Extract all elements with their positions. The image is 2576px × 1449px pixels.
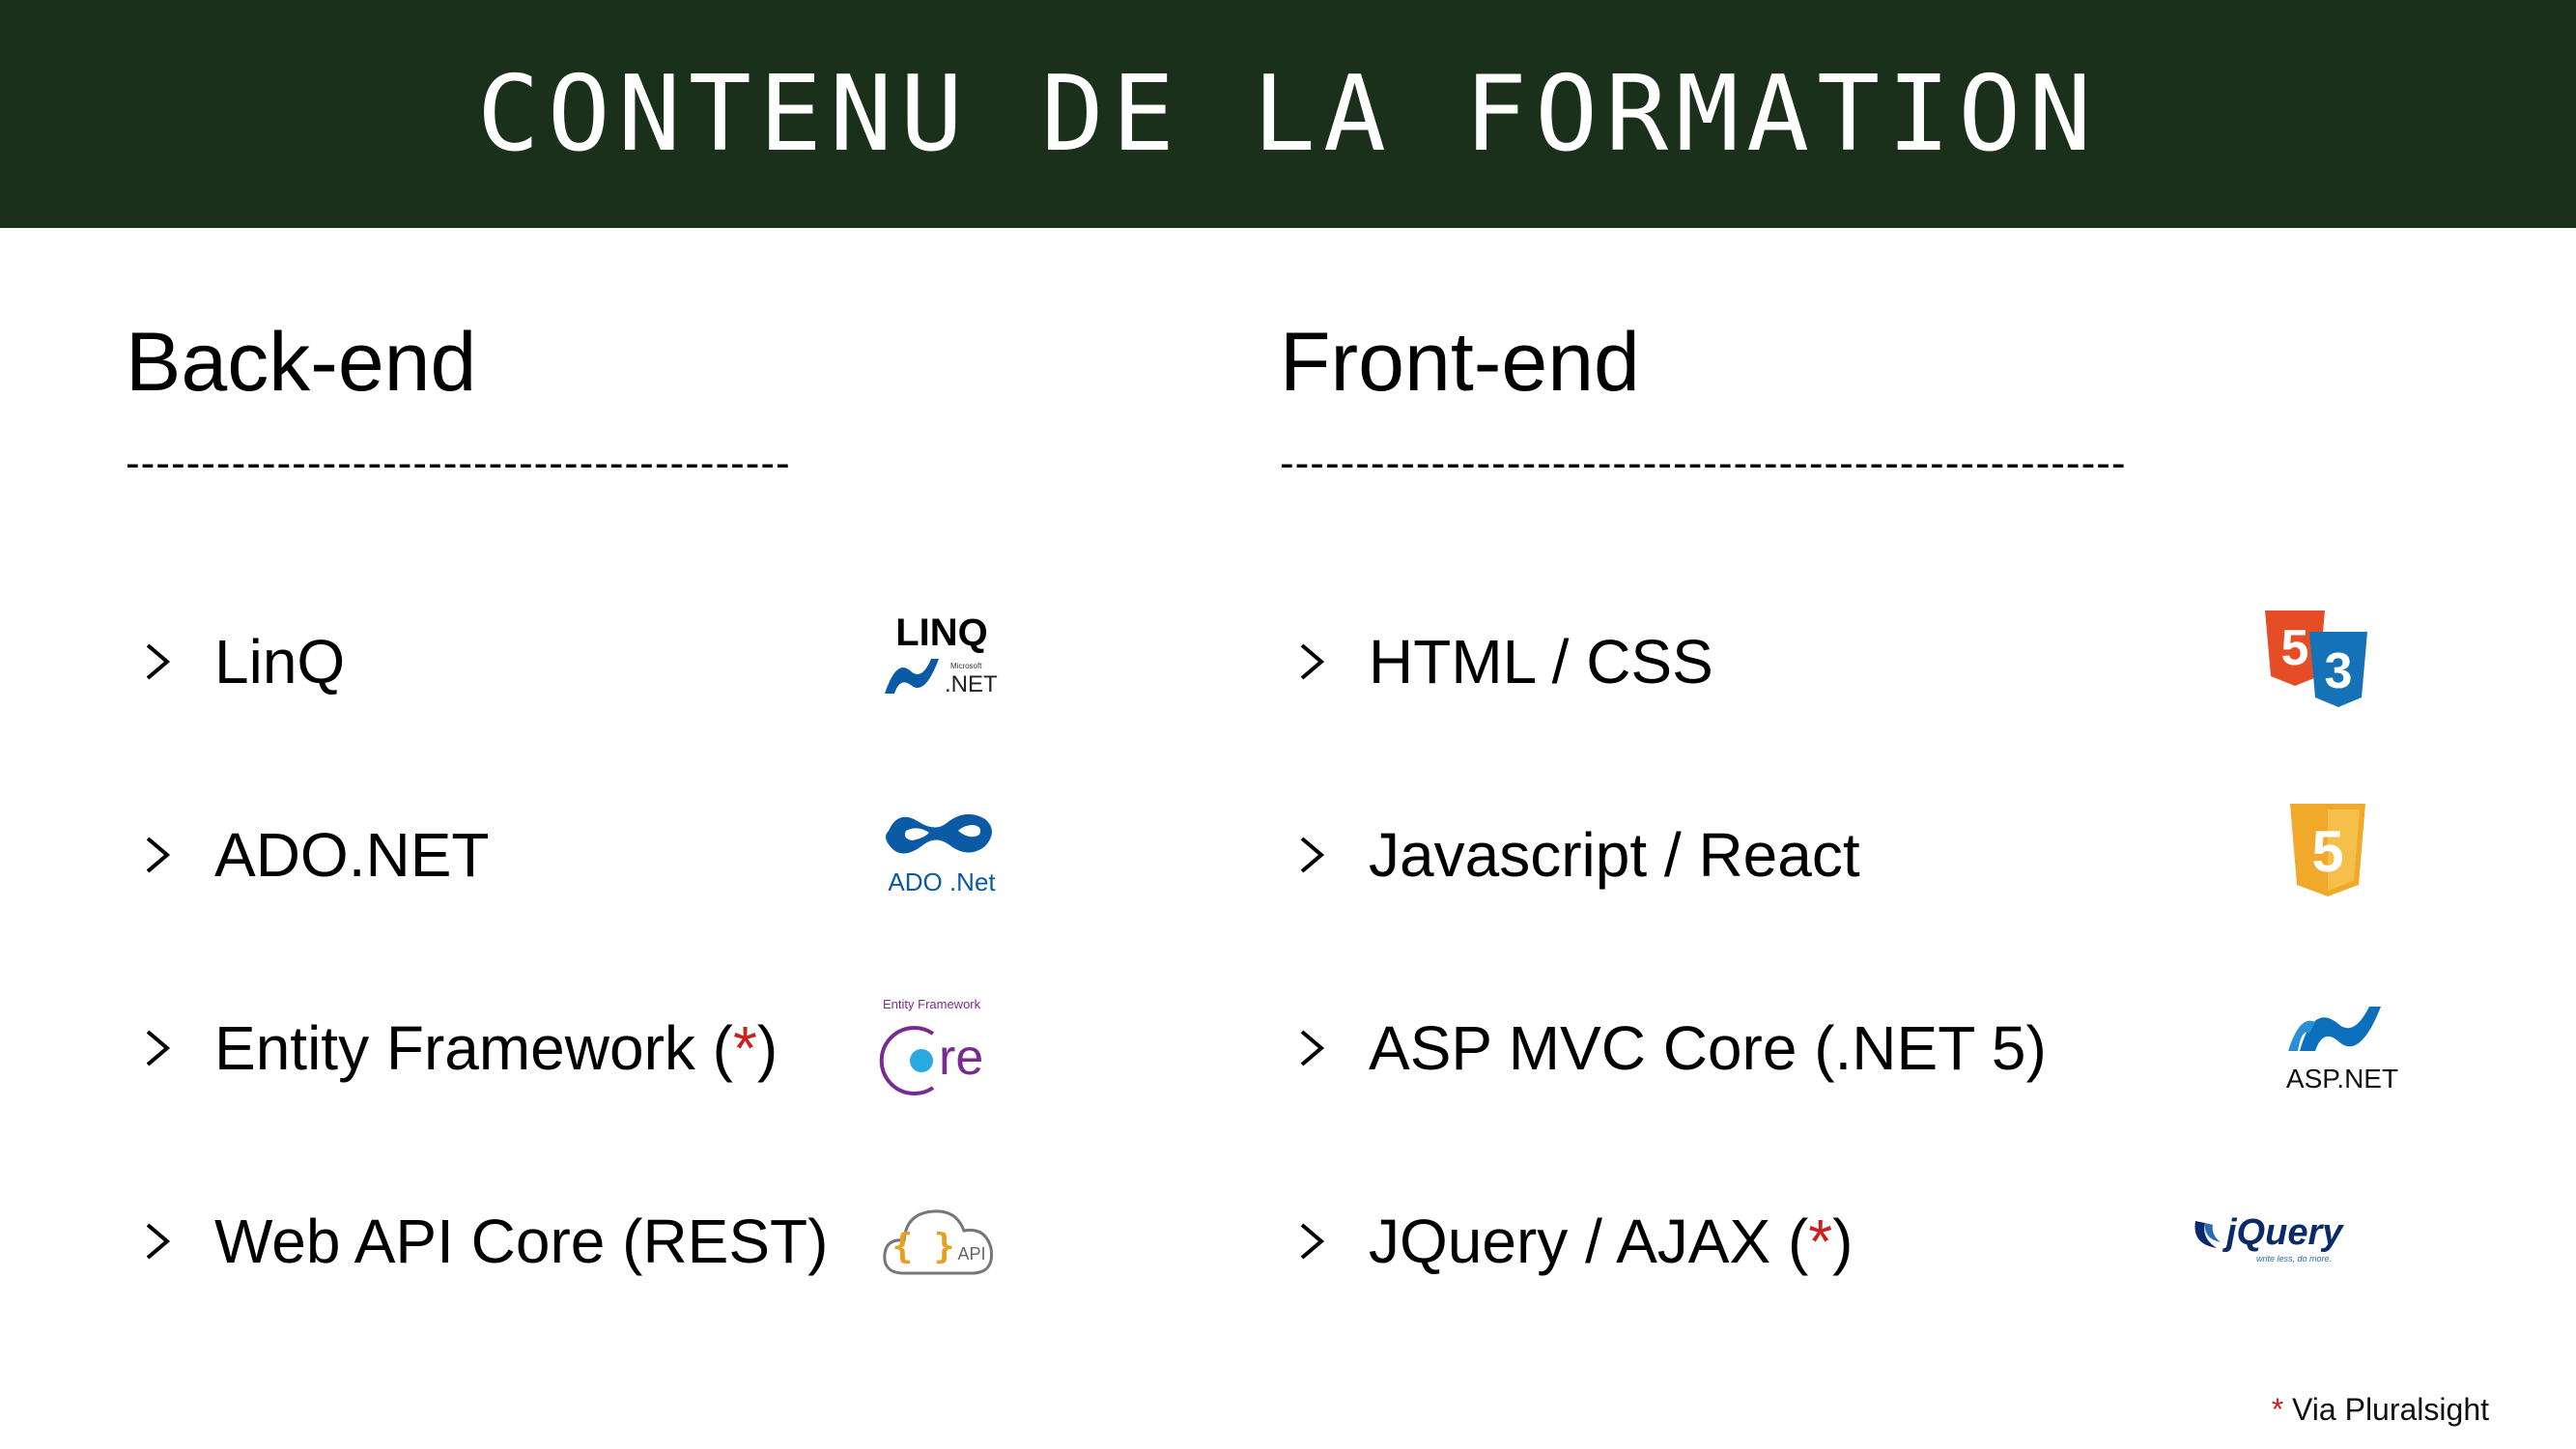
linq-net: .NET [945,671,998,697]
chevron-right-icon [146,643,171,680]
item-label: HTML / CSS [1369,627,1713,696]
ef-core: re [939,1030,983,1086]
asp-net-logo: ASP.NET [2286,1007,2398,1094]
css3-digit: 3 [2325,643,2353,699]
entity-framework-core-logo: Entity Framework re [879,997,983,1095]
chevron-right-icon [146,837,171,873]
chevron-right-icon [1300,837,1325,873]
star-mark: * [732,1013,757,1083]
list-item: Entity Framework (*) Entity Framework re [126,985,1024,1111]
chevron-right-icon [1300,1223,1325,1260]
list-item: JQuery / AJAX (*) jQuery write less, do … [1280,1179,2429,1304]
linq-net-logo: LINQ Microsoft .NET [885,611,998,697]
header-bar: CONTENU DE LA FORMATION [0,0,2576,228]
backend-divider: ----------------------------------------… [126,440,791,487]
footnote-text: Via Pluralsight [2283,1392,2489,1427]
ado-net-logo: ADO .Net [886,813,996,896]
backend-column: Back-end -------------------------------… [126,309,1024,1276]
item-label: ASP MVC Core (.NET 5) [1369,1013,2047,1083]
star-mark: * [1808,1207,1833,1276]
chevron-right-icon [1300,643,1325,680]
html5-digit: 5 [2281,620,2309,676]
jquery-logo: jQuery write less, do more. [2194,1212,2344,1264]
asp-text: ASP.NET [2286,1064,2398,1094]
jquery-text: jQuery [2222,1212,2344,1253]
footnote: * Via Pluralsight [2272,1392,2489,1428]
ef-small: Entity Framework [883,997,981,1011]
chevron-right-icon [1300,1030,1325,1066]
javascript-logo: 5 [2290,804,2365,896]
jquery-tag: write less, do more. [2256,1254,2332,1264]
frontend-column: Front-end ------------------------------… [1280,309,2429,1276]
chevron-right-icon [146,1030,171,1066]
html5-css3-logo: 5 3 [2265,611,2367,707]
item-label: Web API Core (REST) [214,1207,829,1276]
list-item: Javascript / React 5 [1280,792,2429,918]
page-title: CONTENU DE LA FORMATION [476,53,2100,175]
js-digit: 5 [2311,819,2343,884]
footnote-star: * [2271,1392,2284,1427]
list-item: ASP MVC Core (.NET 5) ASP.NET [1280,985,2429,1111]
item-label: Entity Framework (*) [214,1013,778,1083]
frontend-heading: Front-end [1280,316,1640,409]
cloud-api-icon: { } API [883,1209,994,1275]
list-item: Web API Core (REST) { } API [126,1179,1024,1304]
api-text: API [957,1244,985,1264]
frontend-divider: ----------------------------------------… [1280,440,2127,487]
list-item: LinQ LINQ Microsoft .NET [126,599,1024,724]
item-label: LinQ [214,627,346,696]
list-item: HTML / CSS 5 3 [1280,599,2429,724]
item-label: JQuery / AJAX (*) [1369,1207,1854,1276]
api-braces: { } [892,1227,954,1266]
list-item: ADO.NET ADO .Net [126,792,1024,918]
backend-heading: Back-end [126,316,477,409]
chevron-right-icon [146,1223,171,1260]
item-label: Javascript / React [1369,820,1860,890]
linq-small: Microsoft [950,662,982,670]
linq-title: LINQ [895,611,988,654]
item-label: ADO.NET [214,820,490,890]
ado-text: ADO .Net [888,867,996,896]
